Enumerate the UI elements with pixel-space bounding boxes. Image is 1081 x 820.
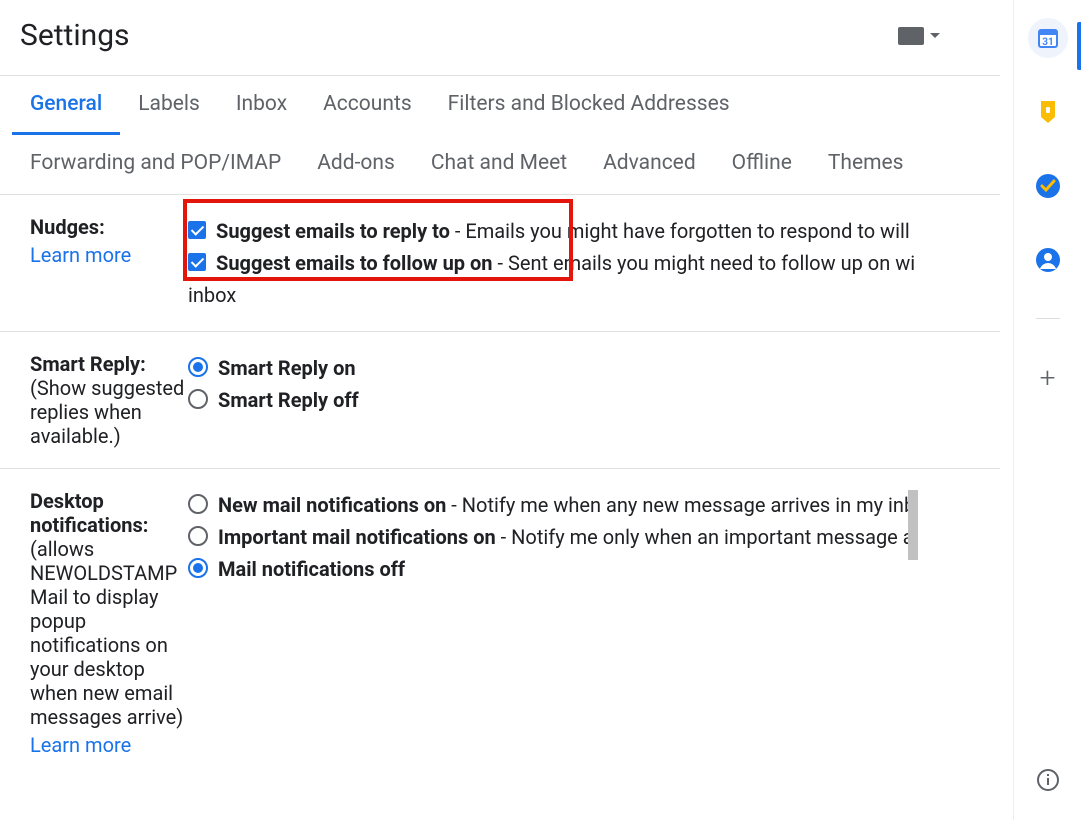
- tasks-icon[interactable]: [1028, 166, 1068, 206]
- page-title: Settings: [20, 18, 130, 53]
- tab-addons[interactable]: Add-ons: [299, 135, 413, 194]
- smart-reply-desc: (Show suggested replies when available.): [30, 376, 184, 448]
- svg-text:31: 31: [1042, 37, 1053, 48]
- settings-header: Settings: [0, 0, 1000, 76]
- nudges-opt2-label: Suggest emails to follow up on: [216, 251, 493, 275]
- nudges-learn-more[interactable]: Learn more: [30, 243, 188, 267]
- tab-offline[interactable]: Offline: [714, 135, 810, 194]
- tab-forwarding[interactable]: Forwarding and POP/IMAP: [12, 135, 299, 194]
- nudges-title: Nudges:: [30, 215, 105, 239]
- radio-smart-reply-off[interactable]: [188, 389, 208, 409]
- notif-opt2-desc: - Notify me only when an important messa…: [496, 525, 914, 549]
- notif-desc: (allows NEWOLDSTAMP Mail to display popu…: [30, 537, 183, 729]
- notif-opt3-label: Mail notifications off: [218, 557, 405, 581]
- keyboard-icon[interactable]: [898, 27, 924, 45]
- tab-chat-meet[interactable]: Chat and Meet: [413, 135, 585, 194]
- side-active-marker: [1077, 22, 1081, 70]
- side-panel: 31 +: [1013, 0, 1081, 820]
- tab-advanced[interactable]: Advanced: [585, 135, 714, 194]
- section-desktop-notifications: Desktop notifications: (allows NEWOLDSTA…: [0, 469, 1000, 777]
- add-app-button[interactable]: +: [1028, 357, 1068, 397]
- keep-icon[interactable]: [1028, 92, 1068, 132]
- nudges-opt1-desc: - Emails you might have forgotten to res…: [450, 219, 910, 243]
- tab-inbox[interactable]: Inbox: [218, 76, 305, 135]
- radio-smart-reply-on[interactable]: [188, 357, 208, 377]
- tab-general[interactable]: General: [12, 76, 120, 135]
- tab-labels[interactable]: Labels: [120, 76, 218, 135]
- smart-reply-title: Smart Reply:: [30, 352, 146, 376]
- chevron-down-icon[interactable]: [930, 33, 940, 38]
- notif-learn-more[interactable]: Learn more: [30, 733, 188, 757]
- notif-title: Desktop notifications:: [30, 489, 148, 537]
- checkbox-suggest-followup[interactable]: [188, 253, 206, 271]
- tab-filters[interactable]: Filters and Blocked Addresses: [430, 76, 748, 135]
- section-smart-reply: Smart Reply: (Show suggested replies whe…: [0, 332, 1000, 469]
- notif-opt1-desc: - Notify me when any new message arrives…: [446, 493, 915, 517]
- nudges-opt2-desc: - Sent emails you might need to follow u…: [493, 251, 916, 275]
- section-nudges: Nudges: Learn more Suggest emails to rep…: [0, 195, 1000, 332]
- smart-reply-off-label: Smart Reply off: [218, 388, 359, 412]
- nudges-opt1-label: Suggest emails to reply to: [216, 219, 450, 243]
- tab-themes[interactable]: Themes: [810, 135, 922, 194]
- checkbox-suggest-reply[interactable]: [188, 221, 206, 239]
- settings-tabs: General Labels Inbox Accounts Filters an…: [0, 76, 1000, 195]
- nudges-trail: inbox: [188, 279, 236, 311]
- contacts-icon[interactable]: [1028, 240, 1068, 280]
- calendar-icon[interactable]: 31: [1028, 18, 1068, 58]
- smart-reply-on-label: Smart Reply on: [218, 356, 356, 380]
- info-icon[interactable]: [1028, 760, 1068, 800]
- notif-opt1-label: New mail notifications on: [218, 493, 446, 517]
- radio-new-mail-on[interactable]: [188, 494, 208, 514]
- side-divider: [1036, 318, 1060, 319]
- radio-important-mail-on[interactable]: [188, 526, 208, 546]
- tab-accounts[interactable]: Accounts: [305, 76, 430, 135]
- notif-opt2-label: Important mail notifications on: [218, 525, 496, 549]
- radio-mail-off[interactable]: [188, 558, 208, 578]
- scrollbar-thumb[interactable]: [908, 490, 918, 560]
- plus-icon: +: [1040, 361, 1056, 394]
